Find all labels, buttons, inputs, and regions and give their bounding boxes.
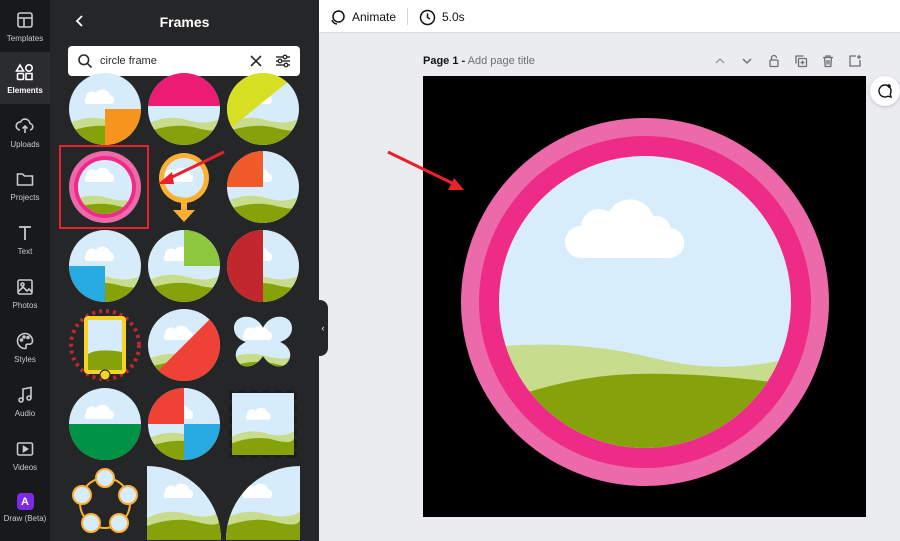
chevron-left-icon: ‹ — [321, 323, 325, 333]
elements-icon — [15, 62, 34, 80]
frame-tile-stamp[interactable] — [226, 387, 300, 461]
rail-item-elements[interactable]: Elements — [0, 52, 50, 104]
animate-label: Animate — [352, 10, 397, 24]
rail-item-projects[interactable]: Projects — [0, 159, 50, 211]
design-canvas[interactable] — [423, 76, 866, 517]
rail-label: Draw (Beta) — [3, 514, 47, 523]
upload-cloud-icon — [15, 117, 34, 133]
text-icon — [19, 225, 31, 240]
duplicate-icon — [795, 55, 808, 68]
rail-item-audio[interactable]: Audio — [0, 375, 50, 427]
frame-tile[interactable] — [147, 72, 221, 146]
delete-page-button[interactable] — [821, 54, 835, 68]
collapse-panel-button[interactable]: ‹ — [318, 300, 328, 356]
editor-toolbar: Animate 5.0s — [319, 0, 900, 33]
rail-label: Elements — [7, 85, 43, 95]
page-number: Page 1 - — [423, 55, 466, 67]
rail-label: Styles — [14, 354, 36, 364]
clock-icon — [419, 9, 436, 25]
animate-button[interactable]: Animate — [329, 7, 396, 27]
chevron-up-icon — [715, 57, 725, 64]
rail-label: Uploads — [10, 139, 40, 149]
frame-tile-half[interactable] — [226, 466, 300, 540]
rail-label: Audio — [14, 408, 36, 418]
lock-page-button[interactable] — [767, 54, 781, 68]
rail-label: Projects — [10, 192, 40, 202]
rail-item-uploads[interactable]: Uploads — [0, 106, 50, 158]
animate-icon — [331, 9, 345, 25]
panel-title: Frames — [159, 14, 210, 30]
rail-label: Videos — [12, 462, 38, 472]
add-page-icon — [849, 55, 861, 67]
palette-icon — [16, 332, 34, 349]
music-note-icon — [18, 386, 32, 403]
page-title-input[interactable]: Add page title — [468, 55, 535, 67]
rail-label: Text — [17, 246, 33, 256]
frame-tile[interactable] — [68, 229, 142, 303]
rail-item-templates[interactable]: Templates — [0, 0, 50, 52]
lock-icon — [769, 54, 779, 68]
rail-item-videos[interactable]: Videos — [0, 429, 50, 481]
frame-tile[interactable] — [147, 387, 221, 461]
duration-button[interactable]: 5.0s — [419, 7, 465, 27]
frame-tile-butterfly[interactable] — [226, 308, 300, 382]
frame-tile[interactable] — [68, 72, 142, 146]
frame-tile[interactable] — [226, 72, 300, 146]
move-page-up-button[interactable] — [713, 54, 727, 68]
toolbar-divider — [407, 8, 408, 25]
move-page-down-button[interactable] — [740, 54, 754, 68]
templates-icon — [17, 11, 33, 28]
draw-icon: A — [16, 493, 34, 510]
rail-item-text[interactable]: Text — [0, 213, 50, 265]
rail-label: Photos — [12, 300, 38, 310]
filter-sliders-icon[interactable] — [275, 53, 291, 69]
frame-tile-circle-chain[interactable] — [68, 466, 142, 540]
close-icon[interactable] — [249, 54, 263, 68]
frame-tile[interactable] — [147, 229, 221, 303]
duplicate-page-button[interactable] — [794, 54, 808, 68]
add-comment-button[interactable] — [870, 76, 900, 106]
frame-tile[interactable] — [226, 150, 300, 224]
search-icon — [78, 54, 93, 69]
frame-tile-pink-ring-selected[interactable] — [68, 150, 142, 224]
folder-icon — [16, 172, 34, 186]
video-icon — [16, 441, 34, 456]
duration-label: 5.0s — [442, 10, 465, 24]
frame-tile-ornate-mirror[interactable] — [68, 308, 142, 382]
rail-item-photos[interactable]: Photos — [0, 267, 50, 319]
chevron-down-icon — [742, 58, 752, 65]
photo-icon — [17, 278, 33, 295]
page-header: Page 1 - Add page title — [423, 55, 535, 67]
rail-item-styles[interactable]: Styles — [0, 321, 50, 373]
add-page-button[interactable] — [848, 54, 862, 68]
rail-item-draw[interactable]: A Draw (Beta) — [0, 482, 50, 534]
trash-icon — [823, 55, 833, 68]
rail-label: Templates — [6, 33, 44, 43]
left-nav-rail: Templates Elements Uploads Projects Text… — [0, 0, 50, 541]
search-input[interactable] — [100, 51, 240, 71]
frames-panel: Frames — [50, 0, 319, 541]
canvas-pink-ring-frame[interactable] — [461, 118, 829, 486]
frame-tile[interactable] — [68, 387, 142, 461]
frame-tile[interactable] — [226, 229, 300, 303]
frame-tile[interactable] — [147, 308, 221, 382]
comment-add-icon — [878, 84, 892, 98]
frame-tile-orange-pin[interactable] — [147, 150, 221, 224]
frame-tile-quarter[interactable] — [147, 466, 221, 540]
